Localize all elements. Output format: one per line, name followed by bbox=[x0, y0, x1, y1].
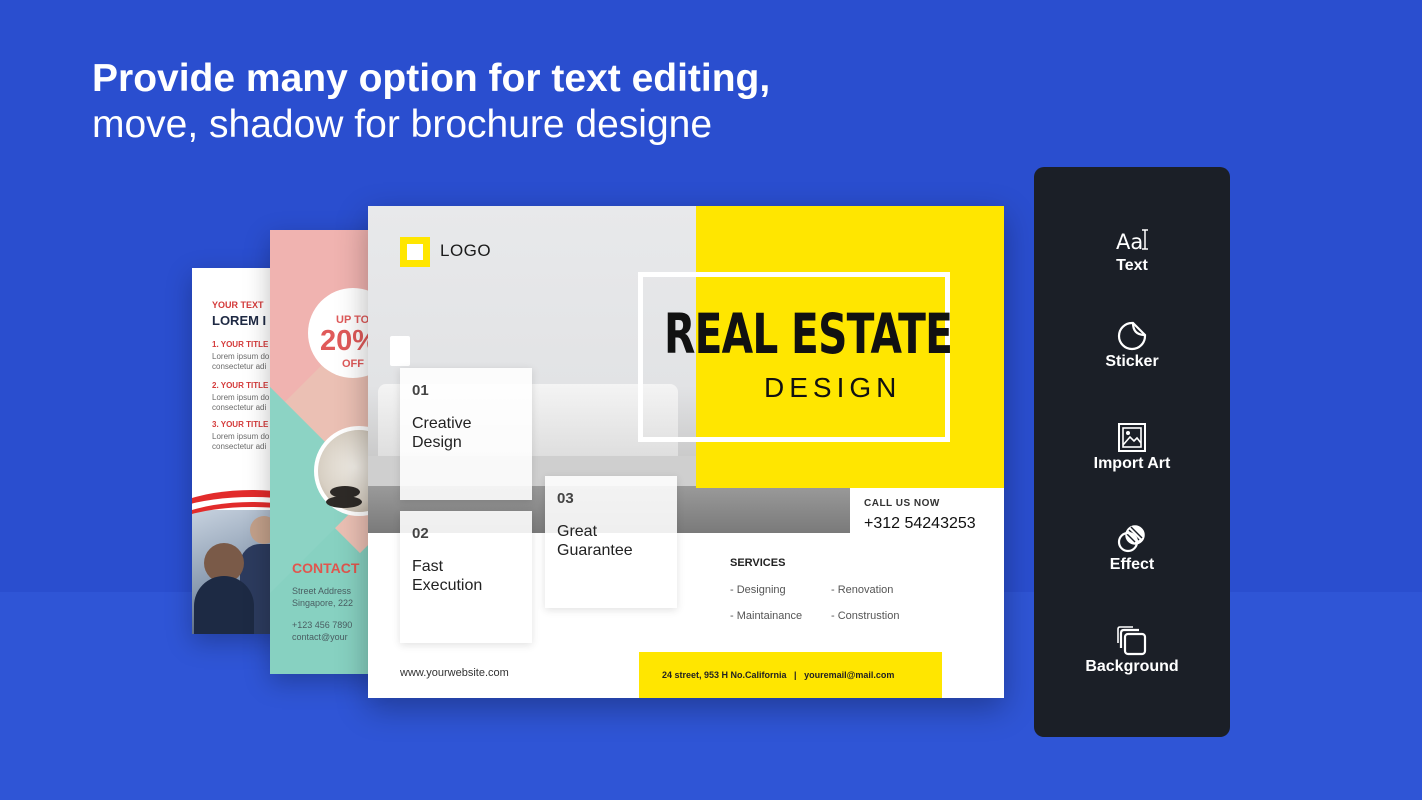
background-icon bbox=[1117, 626, 1147, 656]
brochure-item-title: 1. YOUR TITLE bbox=[212, 340, 269, 349]
headline-line-2: move, shadow for brochure designe bbox=[92, 103, 713, 146]
feature-number: 01 bbox=[412, 382, 429, 399]
feature-number: 03 bbox=[557, 490, 574, 507]
feature-box-1[interactable]: 01 Creative Design bbox=[400, 368, 532, 500]
tool-label: Text bbox=[1116, 257, 1148, 274]
feature-number: 02 bbox=[412, 525, 429, 542]
tool-label: Import Art bbox=[1093, 455, 1171, 472]
brochure-item-2: 2. YOUR TITLE Lorem ipsum do consectetur… bbox=[212, 381, 269, 413]
tool-label: Effect bbox=[1109, 556, 1155, 573]
discount-off: OFF bbox=[342, 358, 364, 370]
service-item: - Designing bbox=[730, 584, 786, 596]
logo-mark bbox=[400, 237, 430, 267]
footer-text[interactable]: 24 street, 953 H No.California | yourema… bbox=[662, 670, 894, 680]
tool-effect-button[interactable]: Effect bbox=[1034, 524, 1230, 574]
tool-sticker-button[interactable]: Sticker bbox=[1034, 321, 1230, 371]
service-item: - Maintainance bbox=[730, 610, 803, 622]
tool-label: Sticker bbox=[1105, 353, 1159, 370]
brochure-item-1: 1. YOUR TITLE Lorem ipsum do consectetur… bbox=[212, 340, 269, 372]
feature-label: Creative Design bbox=[412, 415, 472, 451]
feature-box-3[interactable]: 03 Great Guarantee bbox=[545, 476, 677, 608]
spa-stone bbox=[326, 496, 362, 508]
brochure-canvas-real-estate[interactable]: LOGO REAL ESTATE DESIGN 01 Creative Desi… bbox=[368, 206, 1004, 698]
brochure-item-line: consectetur adi bbox=[212, 442, 267, 451]
contact-email: contact@your bbox=[292, 632, 348, 642]
brochure-title[interactable]: REAL ESTATE bbox=[664, 302, 953, 366]
brochure-item-3: 3. YOUR TITLE Lorem ipsum do consectetur… bbox=[212, 420, 269, 452]
website-text[interactable]: www.yourwebsite.com bbox=[400, 667, 509, 679]
call-us-label: CALL US NOW bbox=[864, 498, 940, 509]
brochure-item-line: Lorem ipsum do bbox=[212, 432, 270, 441]
brochure-item-line: Lorem ipsum do bbox=[212, 352, 270, 361]
brochure-item-title: 2. YOUR TITLE bbox=[212, 381, 269, 390]
brochure-lorem: LOREM I bbox=[212, 313, 267, 328]
phone-number[interactable]: +312 54243253 bbox=[864, 515, 976, 533]
import-art-icon bbox=[1118, 423, 1146, 452]
brochure-item-line: consectetur adi bbox=[212, 362, 267, 371]
tool-text-button[interactable]: Aa Text bbox=[1034, 225, 1230, 275]
headline: Provide many option for text editing, mo… bbox=[92, 56, 770, 148]
photo-person-body bbox=[194, 576, 254, 634]
brochure-item-title: 3. YOUR TITLE bbox=[212, 420, 269, 429]
brochure-item-line: Lorem ipsum do bbox=[212, 393, 270, 402]
tool-background-button[interactable]: Background bbox=[1034, 626, 1230, 676]
contact-phone: +123 456 7890 bbox=[292, 620, 353, 630]
feature-label: Fast Execution bbox=[412, 558, 483, 594]
service-item: - Renovation bbox=[831, 584, 894, 596]
logo-text[interactable]: LOGO bbox=[440, 241, 491, 261]
effect-icon bbox=[1117, 525, 1145, 553]
feature-box-2[interactable]: 02 Fast Execution bbox=[400, 511, 532, 643]
footer-bar: 24 street, 953 H No.California | yourema… bbox=[639, 652, 942, 698]
service-item: - Construstion bbox=[831, 610, 900, 622]
contact-address: Singapore, 222 bbox=[292, 598, 354, 608]
services-heading: SERVICES bbox=[730, 557, 786, 569]
tool-import-art-button[interactable]: Import Art bbox=[1034, 423, 1230, 473]
svg-text:Aa: Aa bbox=[1116, 230, 1143, 254]
brochure-your-text: YOUR TEXT bbox=[212, 300, 264, 310]
brochure-item-line: consectetur adi bbox=[212, 403, 267, 412]
headline-line-1: Provide many option for text editing, bbox=[92, 57, 771, 100]
contact-address: Street Address bbox=[292, 586, 352, 596]
sticker-icon bbox=[1117, 321, 1147, 351]
brochure-preview-spa[interactable]: UP TO 20% OFF CONTACT Street Address Sin… bbox=[270, 230, 380, 674]
tools-panel: Aa Text Sticker Import Art Effect Backgr… bbox=[1034, 167, 1230, 737]
photo-lamp bbox=[390, 336, 410, 366]
text-icon: Aa bbox=[1116, 229, 1148, 254]
tool-label: Background bbox=[1085, 658, 1179, 675]
brochure-subtitle[interactable]: DESIGN bbox=[764, 372, 901, 404]
contact-heading: CONTACT bbox=[292, 560, 360, 576]
feature-label: Great Guarantee bbox=[557, 523, 633, 559]
